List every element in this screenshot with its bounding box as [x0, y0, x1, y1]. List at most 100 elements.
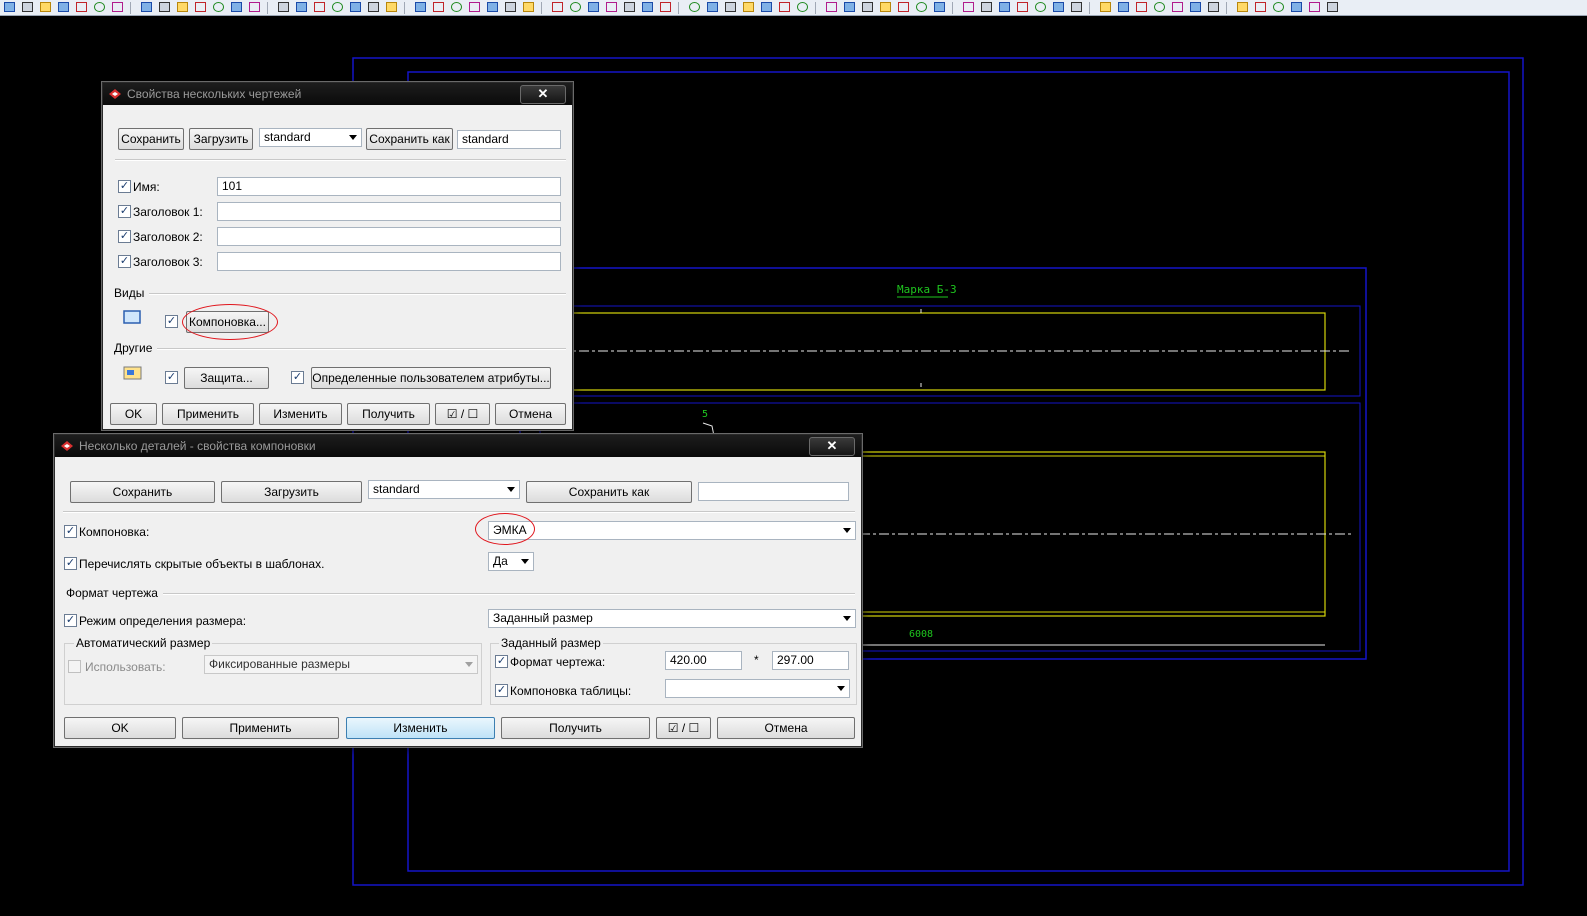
undo-icon[interactable]	[777, 1, 793, 14]
next-icon[interactable]	[932, 1, 948, 14]
zoom-icon[interactable]	[1235, 1, 1251, 14]
use-checkbox[interactable]	[68, 660, 81, 673]
header3-input[interactable]	[217, 252, 561, 271]
open-icon[interactable]	[139, 1, 155, 14]
name-input[interactable]: 101	[217, 177, 561, 196]
open-icon[interactable]	[842, 1, 858, 14]
snap-icon[interactable]	[550, 1, 566, 14]
polyline-icon[interactable]	[1033, 1, 1049, 14]
ok-button[interactable]: OK	[64, 717, 176, 739]
load-button[interactable]: Загрузить	[221, 481, 362, 503]
get-button[interactable]: Получить	[347, 403, 430, 425]
help-icon[interactable]	[1307, 1, 1323, 14]
preset-select[interactable]: standard	[259, 128, 362, 147]
view-icon[interactable]	[157, 1, 173, 14]
select-icon[interactable]	[1170, 1, 1186, 14]
apply-button[interactable]: Применить	[182, 717, 339, 739]
ok-button[interactable]: OK	[110, 403, 157, 425]
print-icon[interactable]	[413, 1, 429, 14]
preset-select[interactable]: standard	[368, 480, 520, 499]
header1-input[interactable]	[217, 202, 561, 221]
help-icon[interactable]	[604, 1, 620, 14]
zoom-icon[interactable]	[175, 1, 191, 14]
open-icon[interactable]	[1188, 1, 1204, 14]
view-icon[interactable]	[503, 1, 519, 14]
undo-icon[interactable]	[431, 1, 447, 14]
dialog2-titlebar[interactable]: Несколько деталей - свойства компоновки …	[55, 435, 861, 457]
print-icon[interactable]	[759, 1, 775, 14]
layout-checkbox[interactable]: ✓	[165, 315, 178, 328]
snap-icon[interactable]	[193, 1, 209, 14]
circle-icon[interactable]	[1015, 1, 1031, 14]
export-icon[interactable]	[1098, 1, 1114, 14]
zoom-icon[interactable]	[878, 1, 894, 14]
redo-icon[interactable]	[92, 1, 108, 14]
redo-icon[interactable]	[795, 1, 811, 14]
list-hidden-select[interactable]: Да	[488, 552, 534, 571]
circle-icon[interactable]	[312, 1, 328, 14]
dialog1-titlebar[interactable]: Свойства нескольких чертежей ✕	[103, 83, 572, 105]
layout-checkbox[interactable]: ✓	[64, 525, 77, 538]
redo-icon[interactable]	[449, 1, 465, 14]
save-as-input[interactable]: standard	[457, 130, 561, 149]
protection-checkbox[interactable]: ✓	[165, 371, 178, 384]
toggle-checkboxes-button[interactable]: ☑ / ☐	[435, 403, 490, 425]
size-mode-select[interactable]: Заданный размер	[488, 609, 856, 628]
measure-icon[interactable]	[568, 1, 584, 14]
line-icon[interactable]	[640, 1, 656, 14]
select-icon[interactable]	[110, 1, 126, 14]
toggle-checkboxes-button[interactable]: ☑ / ☐	[656, 717, 711, 739]
zoom-icon[interactable]	[521, 1, 537, 14]
save-as-button[interactable]: Сохранить как	[366, 128, 453, 150]
save-button[interactable]: Сохранить	[118, 128, 184, 150]
modify-button[interactable]: Изменить	[259, 403, 342, 425]
get-button[interactable]: Получить	[501, 717, 650, 739]
view-icon[interactable]	[1206, 1, 1222, 14]
dimension-icon[interactable]	[979, 1, 995, 14]
load-button[interactable]: Загрузить	[189, 128, 253, 150]
header3-checkbox[interactable]: ✓	[118, 255, 131, 268]
export-icon[interactable]	[741, 1, 757, 14]
save-icon[interactable]	[2, 1, 18, 14]
layout-select[interactable]: ЭМКА	[488, 521, 856, 540]
export-icon[interactable]	[384, 1, 400, 14]
close-icon[interactable]: ✕	[809, 437, 855, 456]
save-all-icon[interactable]	[366, 1, 382, 14]
save-all-icon[interactable]	[20, 1, 36, 14]
save-all-icon[interactable]	[1069, 1, 1085, 14]
measure-icon[interactable]	[914, 1, 930, 14]
header2-input[interactable]	[217, 227, 561, 246]
layout-button[interactable]: Компоновка...	[186, 311, 269, 333]
save-as-button[interactable]: Сохранить как	[526, 481, 692, 503]
next-icon[interactable]	[586, 1, 602, 14]
print-icon[interactable]	[1116, 1, 1132, 14]
open-icon[interactable]	[485, 1, 501, 14]
help-icon[interactable]	[961, 1, 977, 14]
snap-icon[interactable]	[1253, 1, 1269, 14]
cancel-button[interactable]: Отмена	[495, 403, 566, 425]
measure-icon[interactable]	[1271, 1, 1287, 14]
protection-button[interactable]: Защита...	[184, 367, 269, 389]
user-attrs-checkbox[interactable]: ✓	[291, 371, 304, 384]
undo-icon[interactable]	[1134, 1, 1150, 14]
line-icon[interactable]	[997, 1, 1013, 14]
header1-checkbox[interactable]: ✓	[118, 205, 131, 218]
save-button[interactable]: Сохранить	[70, 481, 215, 503]
sheet-format-checkbox[interactable]: ✓	[495, 655, 508, 668]
cancel-button[interactable]: Отмена	[717, 717, 855, 739]
polyline-icon[interactable]	[687, 1, 703, 14]
view-icon[interactable]	[860, 1, 876, 14]
dimension-icon[interactable]	[1325, 1, 1341, 14]
next-icon[interactable]	[1289, 1, 1305, 14]
list-hidden-checkbox[interactable]: ✓	[64, 557, 77, 570]
measure-icon[interactable]	[211, 1, 227, 14]
circle-icon[interactable]	[658, 1, 674, 14]
name-checkbox[interactable]: ✓	[118, 180, 131, 193]
dimension-icon[interactable]	[276, 1, 292, 14]
dimension-icon[interactable]	[622, 1, 638, 14]
save-as-input[interactable]	[698, 482, 849, 501]
print-icon[interactable]	[56, 1, 72, 14]
help-icon[interactable]	[247, 1, 263, 14]
close-icon[interactable]: ✕	[520, 85, 566, 104]
redo-icon[interactable]	[1152, 1, 1168, 14]
